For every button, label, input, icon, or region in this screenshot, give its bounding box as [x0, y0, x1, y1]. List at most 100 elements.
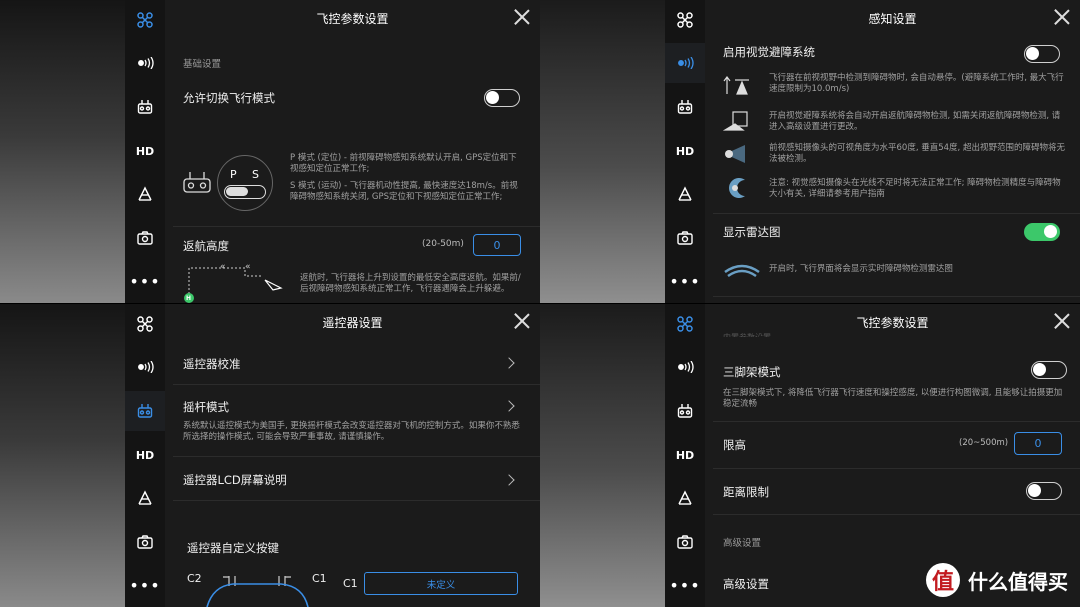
- sidebar-item-drone[interactable]: [125, 0, 165, 40]
- sidebar-item-controller[interactable]: [125, 87, 165, 127]
- sidebar-item-gimbal[interactable]: [665, 478, 705, 518]
- home-badge: H: [186, 295, 192, 302]
- sidebar-item-camera[interactable]: [125, 218, 165, 258]
- sidebar-item-hd[interactable]: HD: [665, 435, 705, 475]
- controller-icon: [137, 404, 153, 418]
- sidebar-item-more[interactable]: •••: [125, 566, 165, 606]
- camera-icon: [137, 231, 153, 245]
- quadrant-remote-controller: HD ••• 遥控器设置 遥控器校准 摇杆模式 系统默认遥控模式为美国手, 更换…: [0, 304, 540, 607]
- c1-label: C1: [312, 572, 327, 585]
- rth-path-diagram: [184, 267, 283, 303]
- tripod-mode-toggle[interactable]: [1031, 361, 1067, 379]
- drone-icon: [137, 12, 153, 28]
- sidebar-item-gimbal[interactable]: [125, 478, 165, 518]
- sidebar-item-more[interactable]: •••: [665, 262, 705, 302]
- distance-limit-toggle[interactable]: [1026, 482, 1062, 500]
- divider: [713, 468, 1080, 469]
- vision-avoid-toggle[interactable]: [1024, 45, 1060, 63]
- camera-icon: [137, 535, 153, 549]
- hd-label: HD: [135, 448, 155, 462]
- sidebar-item-camera[interactable]: [665, 522, 705, 562]
- sidebar-item-hd[interactable]: HD: [125, 435, 165, 475]
- sidebar-item-drone[interactable]: [665, 0, 705, 40]
- gimbal-icon: [678, 490, 692, 505]
- sidebar-item-controller[interactable]: [665, 391, 705, 431]
- mode-switch-slider[interactable]: [224, 185, 266, 199]
- sidebar-item-more[interactable]: •••: [665, 566, 705, 606]
- signal-icon: [138, 57, 154, 69]
- watermark-text: 什么值得买: [968, 569, 1068, 594]
- sidebar-item-signal[interactable]: [665, 43, 705, 83]
- divider: [713, 213, 1080, 214]
- sidebar-item-signal[interactable]: [665, 347, 705, 387]
- controller-icon: [677, 100, 693, 114]
- sidebar-item-signal[interactable]: [125, 347, 165, 387]
- stick-mode-label[interactable]: 摇杆模式: [183, 399, 229, 415]
- vision-avoid-label: 启用视觉避障系统: [723, 45, 815, 59]
- background-gradient: [540, 0, 665, 303]
- rth-altitude-input[interactable]: 0: [473, 234, 521, 256]
- close-icon[interactable]: [1054, 9, 1070, 25]
- panel-title: 飞控参数设置: [316, 12, 389, 26]
- advanced-settings-item[interactable]: 高级设置: [723, 576, 769, 592]
- info-text-3: 前视感知摄像头的可视角度为水平60度, 垂直54度, 超出视野范围的障碍物将无法…: [769, 143, 1065, 164]
- controller-icon: [137, 100, 153, 114]
- info-text-1: 飞行器在前视视野中检测到障碍物时, 会自动悬停。(避障系统工作时, 最大飞行速度…: [769, 73, 1064, 94]
- watermark-logo: 值: [926, 563, 960, 597]
- height-limit-input[interactable]: 0: [1014, 432, 1062, 455]
- panel-title: 遥控器设置: [322, 316, 383, 330]
- sidebar-item-gimbal[interactable]: [125, 174, 165, 214]
- stick-mode-desc: 系统默认遥控模式为美国手, 更换摇杆模式会改变遥控器对飞机的控制方式。如果你不熟…: [183, 421, 520, 442]
- more-icon: •••: [129, 576, 161, 595]
- divider: [173, 226, 540, 227]
- panel-title: 飞控参数设置: [856, 316, 929, 330]
- info-text-2: 开启视觉避障系统将会自动开启返航障碍物检测, 如需关闭返航障碍物检测, 请进入高…: [769, 111, 1061, 132]
- sidebar-item-camera[interactable]: [125, 522, 165, 562]
- sidebar-item-drone[interactable]: [665, 304, 705, 344]
- chevron-right-icon[interactable]: [503, 357, 515, 369]
- radar-icon: [724, 264, 760, 278]
- aircraft-icon: [264, 279, 283, 291]
- hd-label: HD: [675, 448, 695, 462]
- remote-controller-diagram: [206, 576, 309, 607]
- allow-mode-switch-toggle[interactable]: [484, 89, 520, 107]
- close-icon[interactable]: [1054, 313, 1070, 329]
- background-gradient: [540, 304, 665, 607]
- close-icon[interactable]: [514, 9, 530, 25]
- sidebar-item-controller[interactable]: [665, 87, 705, 127]
- controller-icon: [677, 404, 693, 418]
- panel-title: 感知设置: [868, 12, 917, 26]
- distance-limit-label: 距离限制: [723, 485, 769, 499]
- calibration-label[interactable]: 遥控器校准: [183, 356, 241, 372]
- radar-toggle[interactable]: [1024, 223, 1060, 241]
- c1-function-select[interactable]: 未定义: [364, 572, 518, 595]
- remote-controller-panel: 遥控器设置 遥控器校准 摇杆模式 系统默认遥控模式为美国手, 更换摇杆模式会改变…: [165, 304, 540, 607]
- divider: [173, 500, 540, 501]
- sidebar-item-more[interactable]: •••: [125, 262, 165, 302]
- height-limit-range: (20~500m): [959, 438, 1009, 448]
- signal-icon: [678, 361, 694, 373]
- flight-control-panel-2: 飞控参数设置 内置参数设置 三脚架模式 在三脚架模式下, 将降低飞行器飞行速度和…: [705, 304, 1080, 607]
- tripod-desc: 在三脚架模式下, 将降低飞行器飞行速度和操控感度, 以便进行构图微调, 且能够让…: [723, 388, 1063, 409]
- sidebar-item-camera[interactable]: [665, 218, 705, 258]
- allow-mode-switch-label: 允许切换飞行模式: [183, 91, 275, 105]
- drone-icon: [677, 12, 693, 28]
- lcd-help-label[interactable]: 遥控器LCD屏幕说明: [183, 472, 287, 488]
- sidebar-item-drone[interactable]: [125, 304, 165, 344]
- sidebar-item-signal[interactable]: [125, 43, 165, 83]
- sidebar-item-controller[interactable]: [125, 391, 165, 431]
- close-icon[interactable]: [514, 313, 530, 329]
- gimbal-icon: [138, 490, 152, 505]
- return-avoid-icon: [723, 111, 748, 131]
- sidebar-item-hd[interactable]: HD: [665, 131, 705, 171]
- drone-icon: [137, 316, 153, 332]
- sidebar-item-hd[interactable]: HD: [125, 131, 165, 171]
- mode-switch-circle: [217, 155, 273, 211]
- hd-label: HD: [135, 144, 155, 158]
- sidebar-item-gimbal[interactable]: [665, 174, 705, 214]
- chevron-right-icon[interactable]: [503, 474, 515, 486]
- chevron-right-icon[interactable]: [503, 400, 515, 412]
- sensor-angle-icon: [725, 145, 745, 163]
- switch-p-label: P: [230, 168, 237, 181]
- divider: [173, 384, 540, 385]
